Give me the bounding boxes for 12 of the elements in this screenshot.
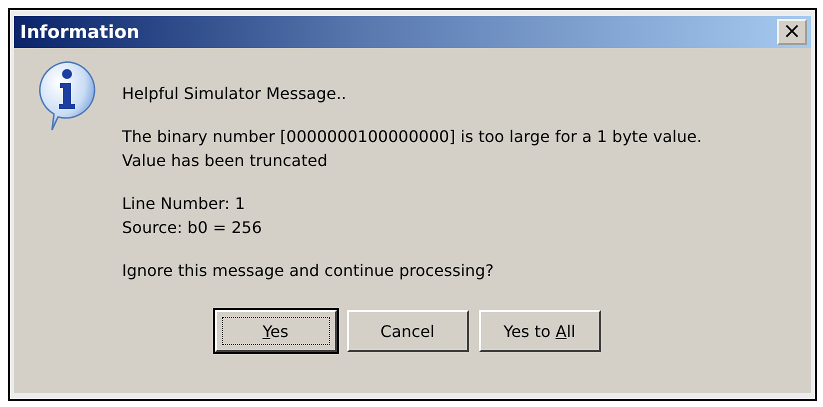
message-text: Value has been truncated (122, 151, 328, 170)
dialog-button[interactable]: Yes (214, 310, 336, 352)
message-text: Source: b0 = 256 (122, 218, 263, 237)
window-title: Information (20, 22, 140, 42)
dialog-button[interactable]: Yes to All (478, 310, 600, 352)
message-text: The binary number [0000000100000000] is too large for a 1 byte value. (122, 127, 702, 146)
message-text: Ignore this message and continue processing? (122, 261, 495, 280)
message-text: Line Number: 1 (122, 194, 246, 213)
info-icon (36, 60, 98, 132)
message-heading: Helpful Simulator Message.. (122, 84, 348, 103)
close-button[interactable]: × (777, 19, 807, 45)
dialog-button[interactable]: Cancel (346, 310, 468, 352)
